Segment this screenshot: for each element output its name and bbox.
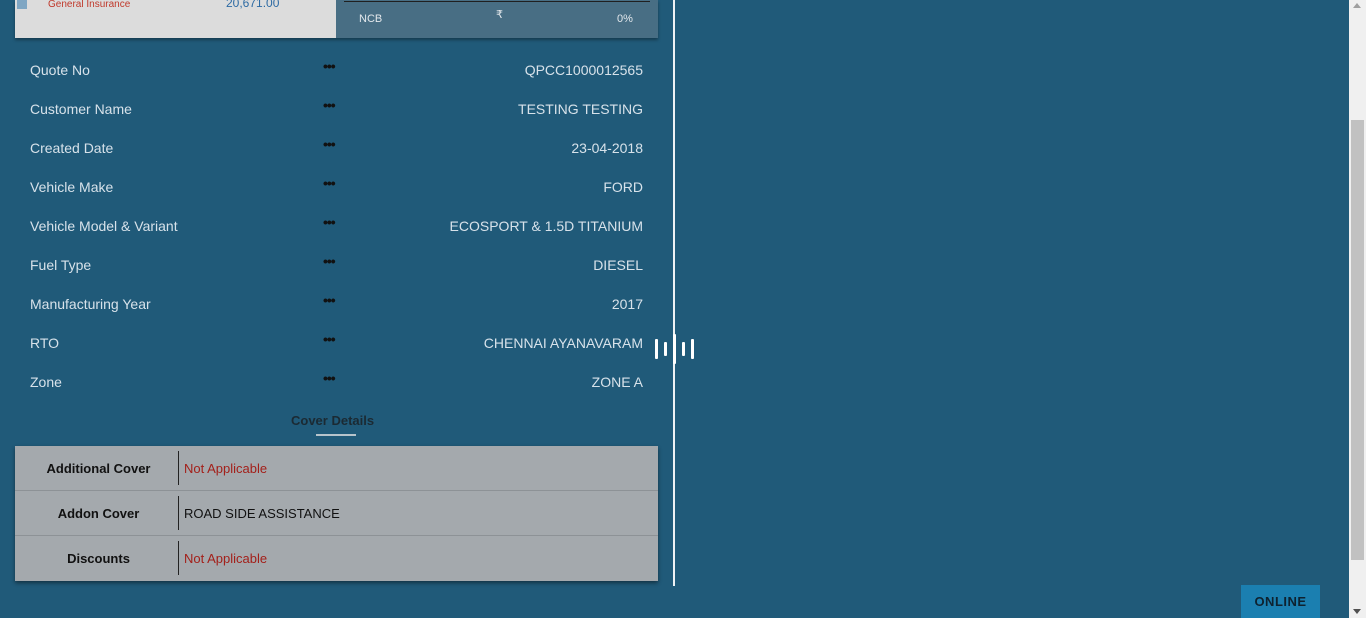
scrollbar-thumb[interactable] [1351,120,1364,560]
insurer-logo [17,0,27,9]
divider [344,1,650,2]
detail-row-vehicle-make: Vehicle Make ••• FORD [0,167,660,206]
rupee-icon: ₹ [496,9,503,21]
detail-label: Customer Name [30,101,132,117]
ncb-value: 0% [617,13,633,25]
detail-label: RTO [30,335,60,351]
separator-dots: ••• [323,175,336,191]
separator-dots: ••• [323,292,336,308]
ncb-label: NCB [359,13,383,25]
ncb-panel: NCB ₹ 0% [336,0,658,38]
quote-details-list: Quote No ••• QPCC1000012565 Customer Nam… [0,50,660,401]
detail-row-fuel-type: Fuel Type ••• DIESEL [0,245,660,284]
cover-value: Not Applicable [184,551,268,566]
detail-value: 2017 [611,296,643,312]
detail-value: ECOSPORT & 1.5D TITANIUM [449,218,643,234]
detail-value: TESTING TESTING [518,101,643,117]
cover-label: Additional Cover [46,460,151,476]
detail-row-zone: Zone ••• ZONE A [0,362,660,401]
detail-row-manufacturing-year: Manufacturing Year ••• 2017 [0,284,660,323]
scroll-up-icon[interactable] [1353,3,1361,8]
premium-amount: 20,671.00 [226,0,280,10]
detail-label: Manufacturing Year [30,296,151,312]
detail-label: Fuel Type [30,257,92,273]
detail-value: CHENNAI AYANAVARAM [483,335,643,351]
scroll-down-icon[interactable] [1353,609,1361,614]
detail-label: Vehicle Make [30,179,114,195]
resize-handle-icon[interactable] [653,334,697,364]
detail-row-rto: RTO ••• CHENNAI AYANAVARAM [0,323,660,362]
detail-row-created-date: Created Date ••• 23-04-2018 [0,128,660,167]
detail-value: 23-04-2018 [571,140,643,156]
separator-dots: ••• [323,331,336,347]
separator-dots: ••• [323,253,336,269]
separator-dots: ••• [323,97,336,113]
detail-value: QPCC1000012565 [524,62,643,78]
cover-heading-underline [316,434,356,436]
detail-label: Created Date [30,140,114,156]
split-divider[interactable] [673,0,675,586]
cell-divider [178,496,179,530]
cover-row-addon: Addon Cover ROAD SIDE ASSISTANCE [15,491,658,536]
separator-dots: ••• [323,370,336,386]
insurer-name: General Insurance [48,0,131,10]
separator-dots: ••• [323,58,336,74]
detail-row-quote-no: Quote No ••• QPCC1000012565 [0,50,660,89]
online-status-button[interactable]: ONLINE [1241,585,1320,618]
detail-value: ZONE A [591,374,643,390]
cover-row-additional: Additional Cover Not Applicable [15,446,658,491]
cover-row-discounts: Discounts Not Applicable [15,536,658,581]
cover-label: Addon Cover [57,505,140,521]
detail-label: Vehicle Model & Variant [30,218,178,234]
cover-value: Not Applicable [184,460,268,476]
detail-label: Quote No [30,62,90,78]
cover-details-heading: Cover Details [291,413,375,428]
detail-row-vehicle-model: Vehicle Model & Variant ••• ECOSPORT & 1… [0,206,660,245]
detail-row-customer-name: Customer Name ••• TESTING TESTING [0,89,660,128]
vertical-scrollbar[interactable] [1349,0,1366,618]
cover-label: Discounts [67,551,130,566]
quote-summary-card: General Insurance 20,671.00 NCB ₹ 0% [15,0,658,38]
separator-dots: ••• [323,136,336,152]
cell-divider [178,451,179,485]
cell-divider [178,541,179,575]
cover-details-table: Additional Cover Not Applicable Addon Co… [15,446,658,581]
detail-label: Zone [30,374,62,390]
detail-value: FORD [603,179,643,195]
detail-value: DIESEL [593,257,643,273]
separator-dots: ••• [323,214,336,230]
cover-value: ROAD SIDE ASSISTANCE [184,505,340,521]
